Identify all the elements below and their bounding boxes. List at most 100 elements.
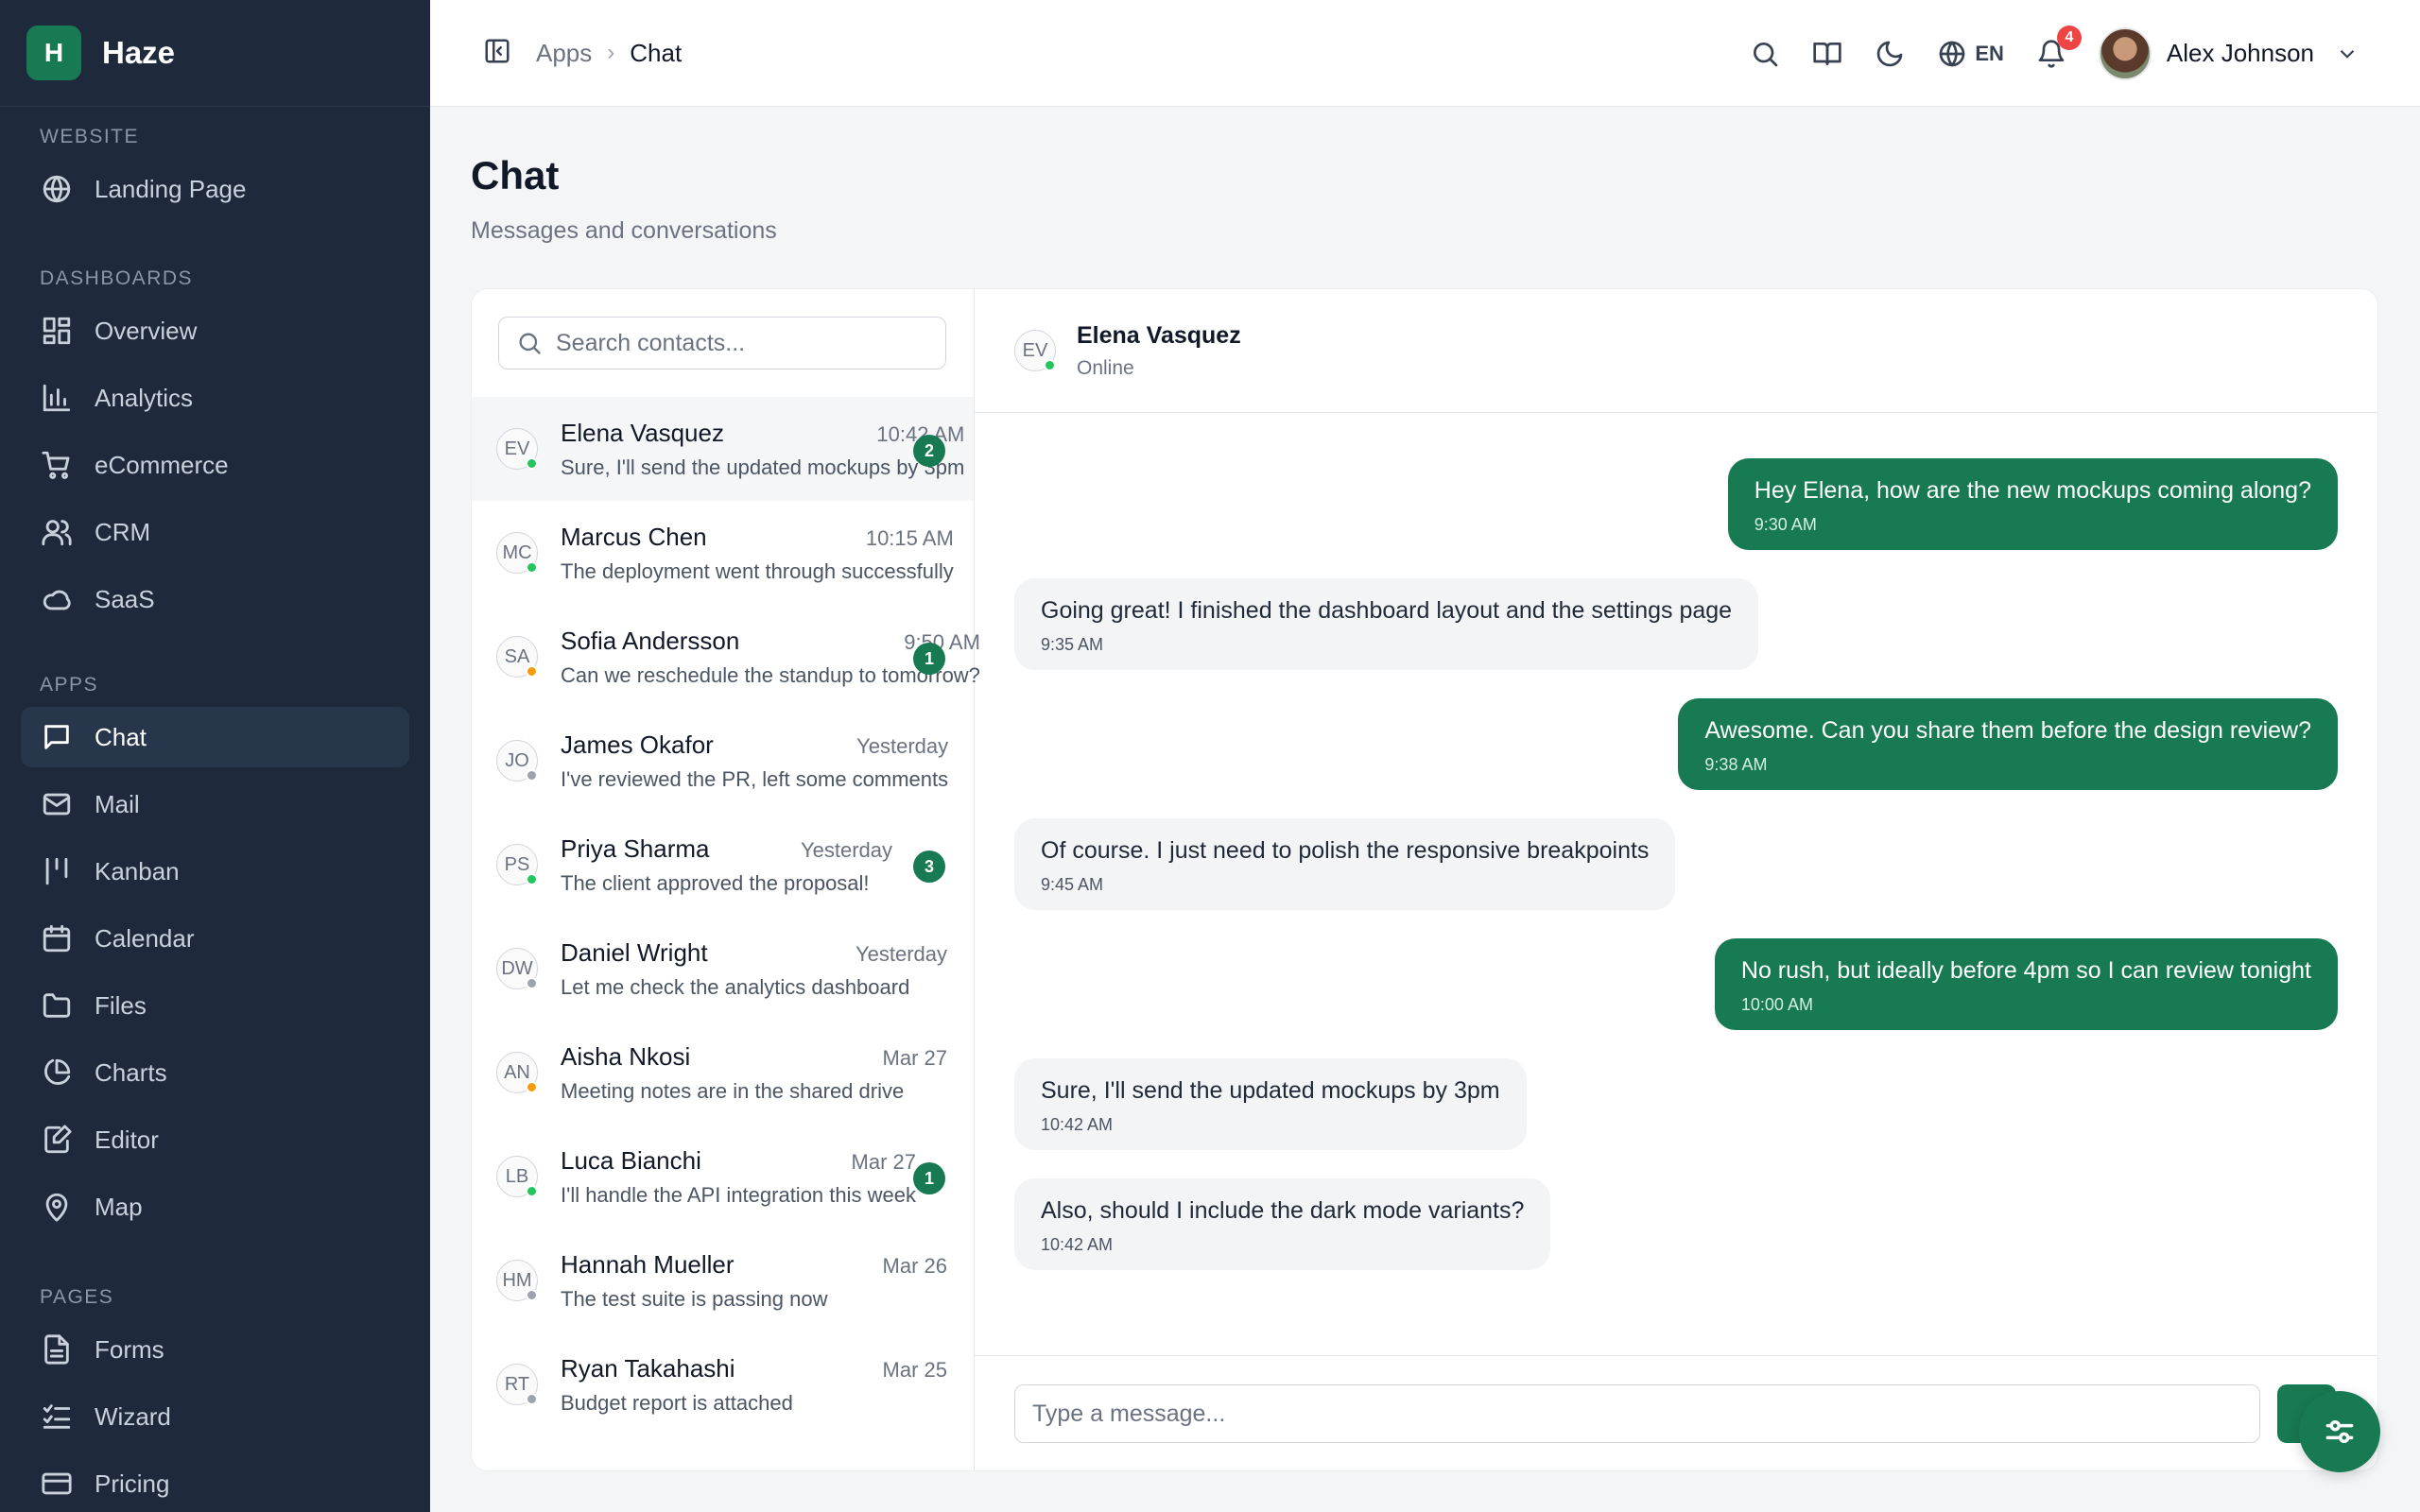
sidebar-item-calendar[interactable]: Calendar: [21, 908, 409, 969]
search-icon[interactable]: [1750, 39, 1780, 69]
sidebar-item-charts[interactable]: Charts: [21, 1042, 409, 1103]
globe-icon: [1939, 41, 1965, 66]
sidebar-item-label: Calendar: [95, 923, 195, 953]
sidebar-item-chat[interactable]: Chat: [21, 707, 409, 767]
language-code: EN: [1975, 41, 2004, 65]
contact-avatar: EV: [1014, 330, 1056, 371]
contact-initials: EV: [1022, 339, 1048, 361]
contact-preview: I'll handle the API integration this wee…: [561, 1182, 916, 1207]
message-input[interactable]: [1014, 1384, 2260, 1443]
contact-item[interactable]: HM Hannah Mueller Mar 26 The test suite is …: [472, 1228, 974, 1332]
online-status-dot: [1044, 359, 1056, 371]
contact-item[interactable]: SA Sofia Andersson 9:50 AM Can we reschedul…: [472, 605, 980, 709]
nav-section-website: WEBSITE Landing Page: [0, 123, 430, 226]
sidebar-item-forms[interactable]: Forms: [21, 1319, 409, 1380]
sidebar-item-map[interactable]: Map: [21, 1177, 409, 1237]
sidebar-item-wizard[interactable]: Wizard: [21, 1386, 409, 1447]
message-text: Going great! I finished the dashboard la…: [1041, 597, 1733, 624]
status-dot: [526, 1081, 538, 1093]
user-menu[interactable]: Alex Johnson: [2098, 26, 2360, 80]
contact-search[interactable]: [498, 317, 946, 369]
contact-item[interactable]: EV Elena Vasquez 10:42 AM Sure, I'll send t…: [472, 397, 974, 501]
search-input[interactable]: [556, 329, 934, 357]
mail-icon: [40, 787, 74, 821]
nav-heading: DASHBOARDS: [40, 267, 194, 289]
brand[interactable]: H Haze: [0, 0, 430, 107]
sidebar-item-saas[interactable]: SaaS: [21, 569, 409, 629]
sliders-icon: [2325, 1419, 2354, 1444]
notifications-button[interactable]: 4: [2036, 25, 2082, 69]
message-text: Hey Elena, how are the new mockups comin…: [1754, 477, 2311, 504]
sidebar-item-label: Mail: [95, 789, 140, 818]
chat-card: EV Elena Vasquez 10:42 AM Sure, I'll send t…: [471, 288, 2378, 1471]
sidebar-item-label: Map: [95, 1192, 143, 1221]
sidebar-item-kanban[interactable]: Kanban: [21, 841, 409, 902]
moon-icon[interactable]: [1875, 39, 1905, 69]
message-bubble: Of course. I just need to polish the res…: [1014, 818, 1676, 910]
language-switcher[interactable]: EN: [1937, 39, 2004, 69]
message-icon: [40, 720, 74, 754]
nav-heading: WEBSITE: [40, 126, 140, 147]
page-subtitle: Messages and conversations: [471, 217, 777, 244]
sidebar-item-label: CRM: [95, 517, 151, 546]
sidebar-item-label: Files: [95, 990, 147, 1020]
nav-section-apps: APPS Chat Mail Kanban Calendar Files Charts Edi…: [0, 671, 430, 1244]
sidebar-item-landing-page[interactable]: Landing Page: [21, 159, 409, 219]
grid-icon: [40, 314, 74, 348]
contact-item[interactable]: AN Aisha Nkosi Mar 27 Meeting notes are in …: [472, 1021, 974, 1125]
message-list: Hey Elena, how are the new mockups comin…: [975, 413, 2377, 1355]
contact-initials: DW: [501, 957, 533, 979]
contact-preview: The client approved the proposal!: [561, 870, 870, 895]
sidebar-item-analytics[interactable]: Analytics: [21, 368, 409, 428]
contact-item[interactable]: JO James Okafor Yesterday I've reviewed the…: [472, 709, 974, 813]
contact-avatar: RT: [496, 1364, 538, 1405]
book-icon[interactable]: [1812, 39, 1842, 69]
contact-name: Ryan Takahashi: [561, 1353, 735, 1383]
folder-icon: [40, 988, 74, 1022]
map-pin-icon: [40, 1190, 74, 1224]
globe-icon: [40, 172, 74, 206]
sidebar-toggle-icon[interactable]: [483, 37, 511, 70]
sidebar-item-crm[interactable]: CRM: [21, 502, 409, 562]
message-text: Awesome. Can you share them before the d…: [1704, 717, 2311, 744]
sidebar-item-label: Overview: [95, 316, 198, 345]
contact-item[interactable]: PS Priya Sharma Yesterday The client approv…: [472, 813, 974, 917]
contact-preview: Let me check the analytics dashboard: [561, 974, 910, 999]
contact-time: Mar 26: [882, 1253, 947, 1278]
contact-time: Yesterday: [856, 733, 949, 758]
status-dot: [526, 977, 538, 989]
status-dot: [526, 873, 538, 885]
message-composer: [975, 1355, 2377, 1470]
contact-avatar: JO: [496, 740, 538, 782]
conversation-contact-name: Elena Vasquez: [1077, 321, 1241, 349]
contact-body: Marcus Chen 10:15 AM The deployment went t…: [561, 523, 980, 584]
sidebar-item-pricing[interactable]: Pricing: [21, 1453, 409, 1512]
message-time: 10:00 AM: [1740, 995, 1813, 1014]
contact-item[interactable]: LB Luca Bianchi Mar 27 I'll handle the API …: [472, 1125, 974, 1228]
file-text-icon: [40, 1332, 74, 1366]
sidebar-item-label: SaaS: [95, 584, 155, 613]
sidebar-item-overview[interactable]: Overview: [21, 301, 409, 361]
cloud-icon: [40, 582, 74, 616]
contact-item[interactable]: DW Daniel Wright Yesterday Let me check the…: [472, 917, 974, 1021]
chevron-down-icon: [2340, 49, 2355, 59]
contact-initials: HM: [502, 1269, 532, 1291]
contact-item[interactable]: RT Ryan Takahashi Mar 25 Budget report is a…: [472, 1332, 974, 1436]
avatar: [2098, 26, 2152, 80]
breadcrumb-apps[interactable]: Apps: [536, 39, 592, 68]
sidebar-item-ecommerce[interactable]: eCommerce: [21, 435, 409, 495]
contact-name: Elena Vasquez: [561, 418, 724, 447]
contact-name: Marcus Chen: [561, 522, 707, 551]
contact-item[interactable]: MC Marcus Chen 10:15 AM The deployment went…: [472, 501, 974, 605]
message-text: Sure, I'll send the updated mockups by 3…: [1041, 1077, 1500, 1104]
contact-time: Mar 27: [851, 1149, 916, 1174]
contact-avatar: MC: [496, 532, 538, 574]
settings-fab[interactable]: [2299, 1391, 2380, 1472]
sidebar-item-files[interactable]: Files: [21, 975, 409, 1036]
sidebar-item-editor[interactable]: Editor: [21, 1109, 409, 1170]
message-time: 10:42 AM: [1041, 1235, 1114, 1254]
contact-initials: EV: [504, 438, 530, 459]
sidebar-item-mail[interactable]: Mail: [21, 774, 409, 834]
sidebar-item-label: Kanban: [95, 856, 180, 885]
received-message: Of course. I just need to polish the res…: [1014, 818, 2338, 910]
